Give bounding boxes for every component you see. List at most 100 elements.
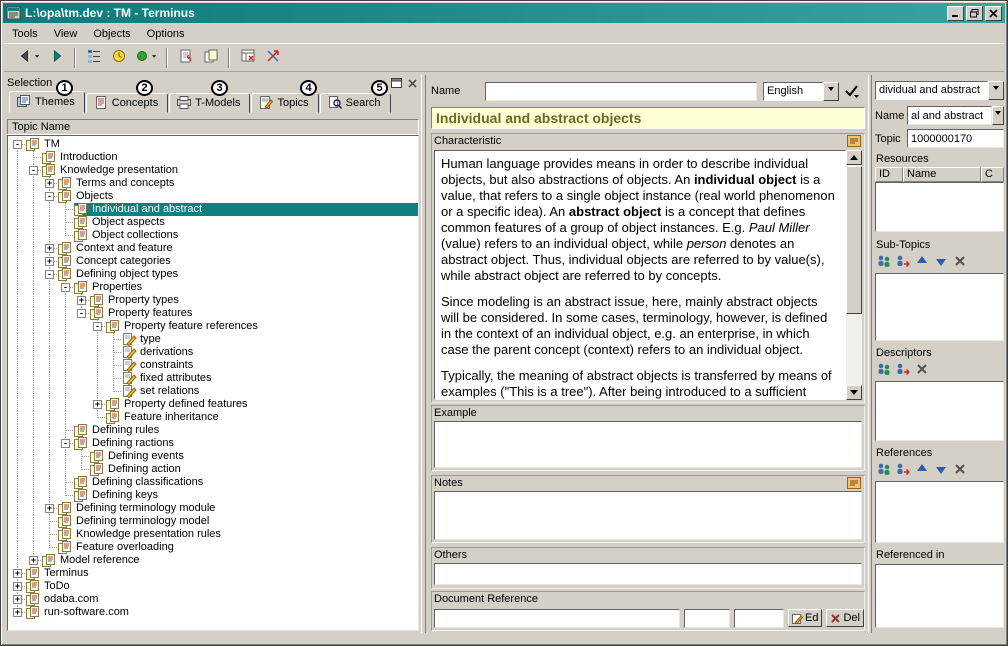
- topic-id-input[interactable]: [907, 129, 1004, 148]
- descriptors-assign-button[interactable]: [894, 362, 912, 378]
- notes-format-icon[interactable]: [847, 477, 862, 489]
- expand-toggle[interactable]: +: [13, 569, 22, 578]
- delete-reference-button[interactable]: Del: [826, 609, 864, 627]
- references-up-button[interactable]: [913, 462, 931, 478]
- document-position-input[interactable]: [734, 608, 785, 628]
- collapse-toggle[interactable]: -: [29, 166, 38, 175]
- tree-item[interactable]: Feature inheritance: [10, 411, 418, 424]
- topic-name-input[interactable]: [907, 106, 992, 125]
- tree-item[interactable]: Introduction: [10, 151, 418, 164]
- characteristic-text[interactable]: Human language provides means in order t…: [434, 150, 846, 400]
- tree-item[interactable]: + Defining terminology module: [10, 502, 418, 515]
- characteristic-scrollbar[interactable]: [846, 150, 862, 400]
- references-insert-button[interactable]: [875, 462, 893, 478]
- expand-toggle[interactable]: +: [45, 257, 54, 266]
- tree-item[interactable]: + Context and feature: [10, 242, 418, 255]
- menu-options[interactable]: Options: [139, 26, 193, 42]
- document-page-input[interactable]: [684, 608, 731, 628]
- subtopics-down-button[interactable]: [932, 254, 950, 270]
- subtopics-assign-button[interactable]: [894, 254, 912, 270]
- expand-toggle[interactable]: +: [29, 556, 38, 565]
- expand-toggle[interactable]: +: [45, 179, 54, 188]
- tree-item[interactable]: type: [10, 333, 418, 347]
- subtopics-delete-button[interactable]: [951, 254, 969, 270]
- tree-item[interactable]: constraints: [10, 359, 418, 373]
- characteristic-format-icon[interactable]: [847, 135, 862, 147]
- status-button[interactable]: [131, 46, 161, 69]
- minimize-button[interactable]: [947, 5, 964, 21]
- references-down-button[interactable]: [932, 462, 950, 478]
- tree-item[interactable]: Defining classifications: [10, 476, 418, 489]
- tree-item[interactable]: - Defining ractions: [10, 437, 418, 450]
- tree-item[interactable]: + odaba.com: [10, 593, 418, 606]
- subtopics-up-button[interactable]: [913, 254, 931, 270]
- tree-item[interactable]: - Knowledge presentation: [10, 164, 418, 177]
- spellcheck-icon[interactable]: [844, 84, 860, 98]
- subtopics-list[interactable]: [875, 273, 1004, 341]
- dropdown-caret-icon[interactable]: [34, 48, 41, 67]
- language-dropdown-icon[interactable]: [823, 81, 839, 101]
- expand-toggle[interactable]: +: [77, 296, 86, 305]
- tab-search[interactable]: Search: [319, 93, 391, 113]
- resources-column-c[interactable]: C: [981, 167, 1004, 182]
- outline-view-button[interactable]: [81, 46, 106, 69]
- resources-list[interactable]: [875, 182, 1004, 232]
- references-list[interactable]: [875, 481, 1004, 543]
- close-panel-icon[interactable]: [405, 77, 419, 90]
- tree-item[interactable]: - Properties: [10, 281, 418, 294]
- tree-item[interactable]: - Defining object types: [10, 268, 418, 281]
- expand-toggle[interactable]: +: [93, 400, 102, 409]
- tree-item[interactable]: Defining action: [10, 463, 418, 476]
- tree-item[interactable]: + ToDo: [10, 580, 418, 593]
- notes-input[interactable]: [434, 491, 862, 540]
- expand-toggle[interactable]: +: [45, 244, 54, 253]
- menu-tools[interactable]: Tools: [4, 26, 46, 42]
- check-out-button[interactable]: [173, 46, 198, 69]
- menu-objects[interactable]: Objects: [85, 26, 138, 42]
- scroll-down-icon[interactable]: [846, 385, 862, 400]
- collapse-toggle[interactable]: -: [93, 322, 102, 331]
- name-input[interactable]: [485, 81, 757, 101]
- collapse-toggle[interactable]: -: [61, 283, 70, 292]
- tree-item[interactable]: Feature overloading: [10, 541, 418, 554]
- expand-toggle[interactable]: +: [45, 504, 54, 513]
- referenced-in-list[interactable]: [875, 564, 1004, 628]
- tab-concepts[interactable]: Concepts: [85, 93, 169, 113]
- edit-reference-button[interactable]: Ed: [788, 609, 823, 627]
- tree-item[interactable]: + Model reference: [10, 554, 418, 567]
- tree-item[interactable]: Knowledge presentation rules: [10, 528, 418, 541]
- collapse-toggle[interactable]: -: [45, 192, 54, 201]
- splitter-right[interactable]: [868, 75, 872, 633]
- references-delete-button[interactable]: [951, 462, 969, 478]
- splitter-left[interactable]: [421, 75, 426, 633]
- tree-item[interactable]: + Concept categories: [10, 255, 418, 268]
- tree-item[interactable]: - Property feature references: [10, 320, 418, 333]
- tree-item[interactable]: Defining rules: [10, 424, 418, 437]
- subtopics-insert-button[interactable]: [875, 254, 893, 270]
- descriptors-delete-button[interactable]: [913, 362, 931, 378]
- cross-reference-button[interactable]: [260, 46, 285, 69]
- descriptors-list[interactable]: [875, 381, 1004, 441]
- scroll-up-icon[interactable]: [846, 150, 862, 165]
- collapse-toggle[interactable]: -: [13, 140, 22, 149]
- tree-column-header[interactable]: Topic Name: [7, 119, 419, 135]
- restore-button[interactable]: [966, 5, 983, 21]
- tree-item[interactable]: Object collections: [10, 229, 418, 242]
- delete-form-button[interactable]: [235, 46, 260, 69]
- resources-column-id[interactable]: ID: [875, 167, 903, 182]
- example-input[interactable]: [434, 421, 862, 468]
- expand-toggle[interactable]: +: [13, 595, 22, 604]
- dropdown-caret-icon[interactable]: [151, 48, 158, 67]
- tree-item[interactable]: Defining events: [10, 450, 418, 463]
- document-reference-input[interactable]: [434, 608, 681, 628]
- tree-item[interactable]: + run-software.com: [10, 606, 418, 619]
- tree-item[interactable]: + Property defined features: [10, 398, 418, 411]
- tree-item[interactable]: - Objects: [10, 190, 418, 203]
- topic-selector-dropdown-icon[interactable]: [988, 81, 1004, 100]
- tree-item[interactable]: + Property types: [10, 294, 418, 307]
- tree-item[interactable]: + Terminus: [10, 567, 418, 580]
- tree-item[interactable]: set relations: [10, 385, 418, 399]
- others-input[interactable]: [434, 563, 862, 585]
- menu-view[interactable]: View: [46, 26, 86, 42]
- collapse-toggle[interactable]: -: [45, 270, 54, 279]
